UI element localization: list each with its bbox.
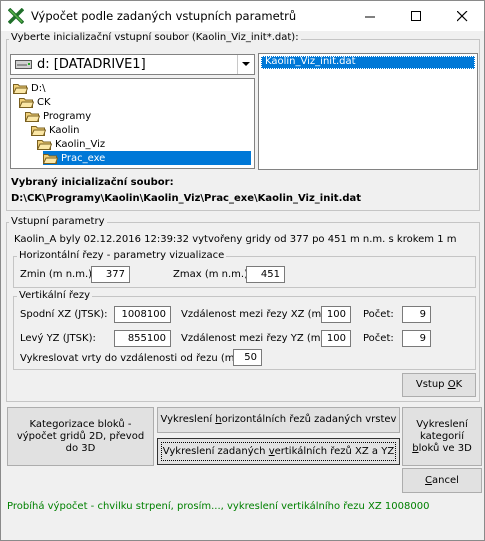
folder-item[interactable]: Kaolin [31, 123, 80, 137]
selected-file-path: D:\CK\Programy\Kaolin\Kaolin_Viz\Prac_ex… [11, 193, 362, 204]
app-icon [8, 8, 24, 24]
wells-distance-input[interactable]: 50 [233, 349, 262, 366]
selected-file-label: Vybraný inicializační soubor: [11, 177, 174, 188]
dist-xz-label: Vzdálenost mezi řezy XZ (m): [181, 309, 329, 320]
horizontal-sections-label: Vykreslení horizontálních řezů zadaných … [160, 414, 397, 425]
window-title: Výpočet podle zadaných vstupních paramet… [31, 9, 297, 23]
zmin-label: Zmin (m n.m.): [20, 269, 96, 280]
dist-yz-label: Vzdálenost mezi řezy YZ (m): [181, 333, 328, 344]
vertical-sections-button[interactable]: Vykreslení zadaných vertikálních řezů XZ… [157, 438, 400, 465]
grid-info-text: Kaolin_A byly 02.12.2016 12:39:32 vytvoř… [14, 234, 457, 245]
drive-icon [15, 60, 32, 69]
cancel-label: Cancel [425, 474, 459, 486]
focus-rectangle [161, 442, 396, 461]
dist-yz-input[interactable]: 100 [321, 330, 351, 347]
block-categories-3d-button[interactable]: Vykreslení kategorií bloků ve 3D [402, 407, 482, 466]
folder-open-icon [43, 153, 58, 164]
minimize-button[interactable] [347, 1, 393, 31]
params-group-label: Vstupní parametry [9, 216, 107, 227]
file-name: Kaolin_Viz_init.dat [265, 56, 356, 67]
xz-label: Spodní XZ (JTSK): [20, 309, 108, 320]
folder-label: D:\ [31, 82, 46, 94]
folder-label: Kaolin_Viz [55, 138, 106, 150]
zmax-label: Zmax (m n.m.): [173, 269, 252, 280]
folder-label: Prac_exe [61, 152, 106, 164]
folder-open-icon [13, 83, 28, 94]
folder-open-icon [37, 139, 52, 150]
folder-item[interactable]: Programy [25, 109, 91, 123]
count-xz-input[interactable]: 9 [402, 306, 431, 323]
vertical-group-label: Vertikální řezy [17, 290, 93, 301]
folder-item[interactable]: CK [19, 95, 51, 109]
count-xz-label: Počet: [363, 309, 394, 320]
block-categories-3d-label: Vykreslení kategorií bloků ve 3D [412, 418, 472, 454]
folder-label: Programy [43, 110, 92, 122]
chevron-down-icon [242, 62, 250, 66]
cancel-button[interactable]: Cancel [402, 468, 482, 493]
folder-item[interactable]: Kaolin_Viz [37, 137, 105, 151]
horizontal-group-label: Horizontální řezy - parametry vizualizac… [17, 250, 227, 261]
drive-dropdown-button[interactable] [237, 55, 254, 74]
init-file-group-label: Vyberte inicializační vstupní soubor (Ka… [9, 32, 301, 43]
zmax-input[interactable]: 451 [246, 266, 285, 283]
dialog-window: Výpočet podle zadaných vstupních paramet… [0, 0, 485, 541]
yz-label: Levý YZ (JTSK): [20, 333, 96, 344]
count-yz-input[interactable]: 9 [402, 330, 431, 347]
minimize-icon [364, 16, 375, 17]
drive-label: d: [DATADRIVE1] [37, 57, 146, 72]
folder-open-icon [19, 97, 34, 108]
horizontal-sections-button[interactable]: Vykreslení horizontálních řezů zadaných … [157, 407, 400, 433]
zmin-input[interactable]: 377 [91, 266, 130, 283]
folder-label: CK [37, 96, 51, 108]
close-icon [456, 10, 467, 21]
wells-distance-label: Vykreslovat vrty do vzdálenosti od řezu … [20, 353, 242, 364]
close-button[interactable] [439, 1, 485, 31]
input-ok-label: Vstup OK [415, 379, 463, 390]
folder-item-selected[interactable]: Prac_exe [43, 151, 251, 165]
maximize-icon [410, 10, 421, 21]
drive-select[interactable]: d: [DATADRIVE1] [10, 54, 255, 75]
file-list[interactable]: Kaolin_Viz_init.dat [258, 53, 478, 170]
title-bar: Výpočet podle zadaných vstupních paramet… [1, 1, 484, 31]
categorize-blocks-label: Kategorizace bloků - výpočet gridů 2D, p… [16, 418, 145, 454]
yz-input[interactable]: 855100 [114, 330, 171, 347]
folder-open-icon [31, 125, 46, 136]
folder-item[interactable]: D:\ [13, 81, 45, 95]
xz-input[interactable]: 1008100 [114, 306, 171, 323]
categorize-blocks-button[interactable]: Kategorizace bloků - výpočet gridů 2D, p… [7, 407, 154, 466]
folder-list[interactable]: D:\ CK Programy Kaolin Kaolin_Viz Prac_exe [10, 78, 255, 169]
folder-open-icon [25, 111, 40, 122]
file-item-selected[interactable]: Kaolin_Viz_init.dat [261, 56, 475, 69]
input-ok-button[interactable]: Vstup OK [402, 373, 476, 397]
status-text: Probíhá výpočet - chvilku strpení, prosí… [7, 501, 430, 512]
maximize-button[interactable] [393, 1, 439, 31]
dist-xz-input[interactable]: 100 [321, 306, 351, 323]
count-yz-label: Počet: [363, 333, 394, 344]
folder-label: Kaolin [49, 124, 80, 136]
